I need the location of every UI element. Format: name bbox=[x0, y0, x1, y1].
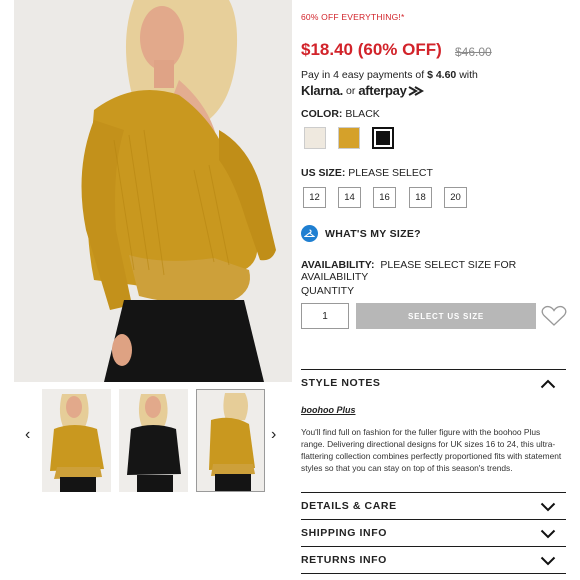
color-label: COLOR: bbox=[301, 108, 343, 120]
divider bbox=[301, 546, 566, 547]
model-photo bbox=[14, 0, 292, 382]
klarna-logo[interactable]: Klarna. bbox=[301, 83, 343, 98]
thumbnail-3-selected[interactable] bbox=[196, 389, 265, 492]
quantity-label: QUANTITY bbox=[301, 285, 355, 297]
size-option-14[interactable]: 14 bbox=[338, 187, 361, 208]
select-size-button[interactable]: SELECT US SIZE bbox=[356, 303, 536, 329]
size-label: US SIZE: bbox=[301, 167, 346, 179]
installment-amount: $ 4.60 bbox=[427, 69, 457, 81]
promo-banner: 60% OFF EVERYTHING!* bbox=[301, 12, 405, 22]
thumbnail-image bbox=[119, 389, 188, 492]
size-option-12[interactable]: 12 bbox=[303, 187, 326, 208]
chevron-down-icon[interactable] bbox=[540, 502, 556, 512]
divider bbox=[301, 519, 566, 520]
size-option-16[interactable]: 16 bbox=[373, 187, 396, 208]
thumbnail-image bbox=[197, 390, 264, 491]
thumbnail-image bbox=[42, 389, 111, 492]
installment-prefix: Pay in 4 easy payments of bbox=[301, 69, 425, 81]
size-prompt: PLEASE SELECT bbox=[348, 167, 433, 179]
swatch-black-selected[interactable] bbox=[372, 127, 394, 149]
gallery-prev-arrow[interactable]: ‹ bbox=[25, 426, 30, 444]
shipping-info-title[interactable]: SHIPPING INFO bbox=[301, 527, 387, 539]
size-option-18[interactable]: 18 bbox=[409, 187, 432, 208]
sale-price: $18.40 (60% OFF) bbox=[301, 40, 442, 59]
quantity-input[interactable]: 1 bbox=[301, 303, 349, 329]
style-notes-title[interactable]: STYLE NOTES bbox=[301, 377, 381, 389]
swatch-mustard[interactable] bbox=[338, 127, 360, 149]
gallery-next-arrow[interactable]: › bbox=[271, 426, 276, 444]
afterpay-logo[interactable]: afterpay bbox=[358, 83, 424, 98]
color-selected-value: BLACK bbox=[345, 108, 380, 120]
divider bbox=[301, 573, 566, 574]
brand-link[interactable]: boohoo Plus bbox=[301, 405, 356, 415]
whats-my-size-link[interactable]: WHAT'S MY SIZE? bbox=[301, 225, 421, 242]
afterpay-arrows-icon bbox=[408, 85, 424, 96]
installment-suffix: with bbox=[459, 69, 478, 81]
wishlist-heart-icon[interactable] bbox=[541, 304, 567, 328]
installment-text: Pay in 4 easy payments of $ 4.60 with bbox=[301, 69, 478, 81]
payment-providers: Klarna. or afterpay bbox=[301, 83, 424, 98]
availability-label: AVAILABILITY: bbox=[301, 259, 375, 271]
divider bbox=[301, 492, 566, 493]
main-product-image[interactable] bbox=[14, 0, 292, 382]
returns-info-title[interactable]: RETURNS INFO bbox=[301, 554, 387, 566]
chevron-down-icon[interactable] bbox=[540, 556, 556, 566]
chevron-down-icon[interactable] bbox=[540, 529, 556, 539]
or-text: or bbox=[345, 84, 356, 97]
style-notes-description: You'll find full on fashion for the full… bbox=[301, 427, 562, 473]
whats-my-size-text: WHAT'S MY SIZE? bbox=[325, 227, 421, 240]
color-label-row: COLOR: BLACK bbox=[301, 108, 380, 120]
swatch-cream[interactable] bbox=[304, 127, 326, 149]
afterpay-label: afterpay bbox=[358, 83, 407, 98]
divider bbox=[301, 369, 566, 370]
original-price: $46.00 bbox=[455, 45, 492, 59]
hanger-icon bbox=[301, 225, 318, 242]
size-label-row: US SIZE: PLEASE SELECT bbox=[301, 167, 433, 179]
thumbnail-1[interactable] bbox=[42, 389, 111, 492]
details-care-title[interactable]: DETAILS & CARE bbox=[301, 500, 397, 512]
availability-row: AVAILABILITY: PLEASE SELECT SIZE FOR AVA… bbox=[301, 259, 580, 283]
thumbnail-2[interactable] bbox=[119, 389, 188, 492]
swatch-black-fill bbox=[376, 131, 390, 145]
size-option-20[interactable]: 20 bbox=[444, 187, 467, 208]
chevron-up-icon[interactable] bbox=[540, 379, 556, 389]
